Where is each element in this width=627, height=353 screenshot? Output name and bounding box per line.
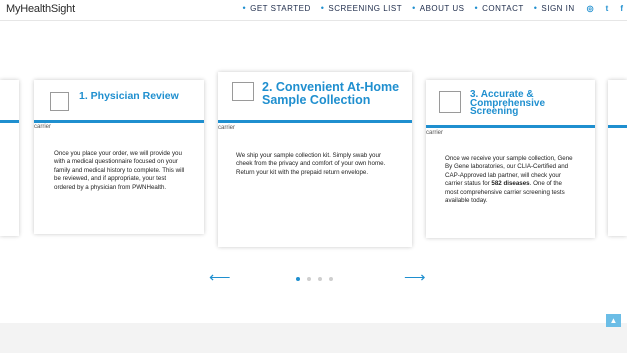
carousel-dot[interactable] xyxy=(318,277,322,281)
card-title: 1. Physician Review xyxy=(79,90,179,102)
card-accent-rule xyxy=(426,125,595,128)
site-header: MyHealthSight • GET STARTED • SCREENING LI… xyxy=(0,0,627,20)
nav-bullet-icon: • xyxy=(533,3,538,13)
nav-bullet-icon: • xyxy=(474,3,479,13)
nav-label: SIGN IN xyxy=(541,3,575,13)
instagram-icon[interactable]: ◎ xyxy=(587,4,594,13)
carousel-next-arrow-icon[interactable]: ⟶ xyxy=(404,270,426,285)
card-accent-rule xyxy=(608,125,627,128)
nav-label: GET STARTED xyxy=(250,3,311,13)
nav-about-us[interactable]: • ABOUT US xyxy=(412,3,464,13)
footer-band xyxy=(0,323,627,353)
nav-label: CONTACT xyxy=(482,3,524,13)
card-body-text: We ship your sample collection kit. Simp… xyxy=(236,152,386,176)
card-title: 2. Convenient At-Home Sample Collection xyxy=(262,80,400,107)
card-image-placeholder xyxy=(439,91,461,113)
card-image-placeholder xyxy=(232,82,254,101)
nav-screening-list[interactable]: • SCREENING LIST xyxy=(321,3,402,13)
card-body-text: Once you place your order, we will provi… xyxy=(54,150,185,191)
carousel-card-partial-right[interactable] xyxy=(608,80,627,236)
carousel-card-partial-left[interactable] xyxy=(0,80,19,236)
scroll-to-top-button[interactable]: ▲ xyxy=(606,314,621,327)
nav-get-started[interactable]: • GET STARTED xyxy=(242,3,310,13)
twitter-icon[interactable]: t xyxy=(606,4,609,13)
facebook-icon[interactable]: f xyxy=(620,4,623,13)
nav-label: SCREENING LIST xyxy=(328,3,403,13)
carousel-prev-arrow-icon[interactable]: ⟵ xyxy=(209,270,231,285)
card-title: 3. Accurate & Comprehensive Screening xyxy=(470,89,546,117)
carousel-card-physician-review[interactable]: 1. Physician Review carrier Once you pla… xyxy=(34,80,204,234)
nav-sign-in[interactable]: • SIGN IN xyxy=(534,3,575,13)
site-logo[interactable]: MyHealthSight xyxy=(6,3,75,15)
nav-label: ABOUT US xyxy=(419,3,465,13)
nav-bullet-icon: • xyxy=(320,3,325,13)
header-divider xyxy=(0,20,627,21)
carousel-card-at-home-collection[interactable]: 2. Convenient At-Home Sample Collection … xyxy=(218,72,412,247)
carousel-dot[interactable] xyxy=(329,277,333,281)
card-image-placeholder xyxy=(50,92,69,111)
nav-bullet-icon: • xyxy=(412,3,416,13)
carousel-dot[interactable] xyxy=(296,277,300,281)
card-body-text: Once we receive your sample collection, … xyxy=(445,155,577,205)
card-body-highlight: 582 diseases xyxy=(491,180,530,188)
card-image-alt-text: carrier xyxy=(426,130,444,136)
card-accent-rule xyxy=(34,120,204,123)
card-image-alt-text: carrier xyxy=(34,124,52,130)
nav-bullet-icon: • xyxy=(242,3,247,13)
card-accent-rule xyxy=(218,120,412,123)
card-image-alt-text: carrier xyxy=(218,125,236,131)
carousel-pagination xyxy=(296,277,340,281)
nav-contact[interactable]: • CONTACT xyxy=(475,3,524,13)
card-accent-rule xyxy=(0,120,19,123)
carousel-dot[interactable] xyxy=(307,277,311,281)
carousel-card-comprehensive-screening[interactable]: 3. Accurate & Comprehensive Screening ca… xyxy=(426,80,595,238)
main-nav: • GET STARTED • SCREENING LIST • ABOUT US •… xyxy=(232,3,623,13)
